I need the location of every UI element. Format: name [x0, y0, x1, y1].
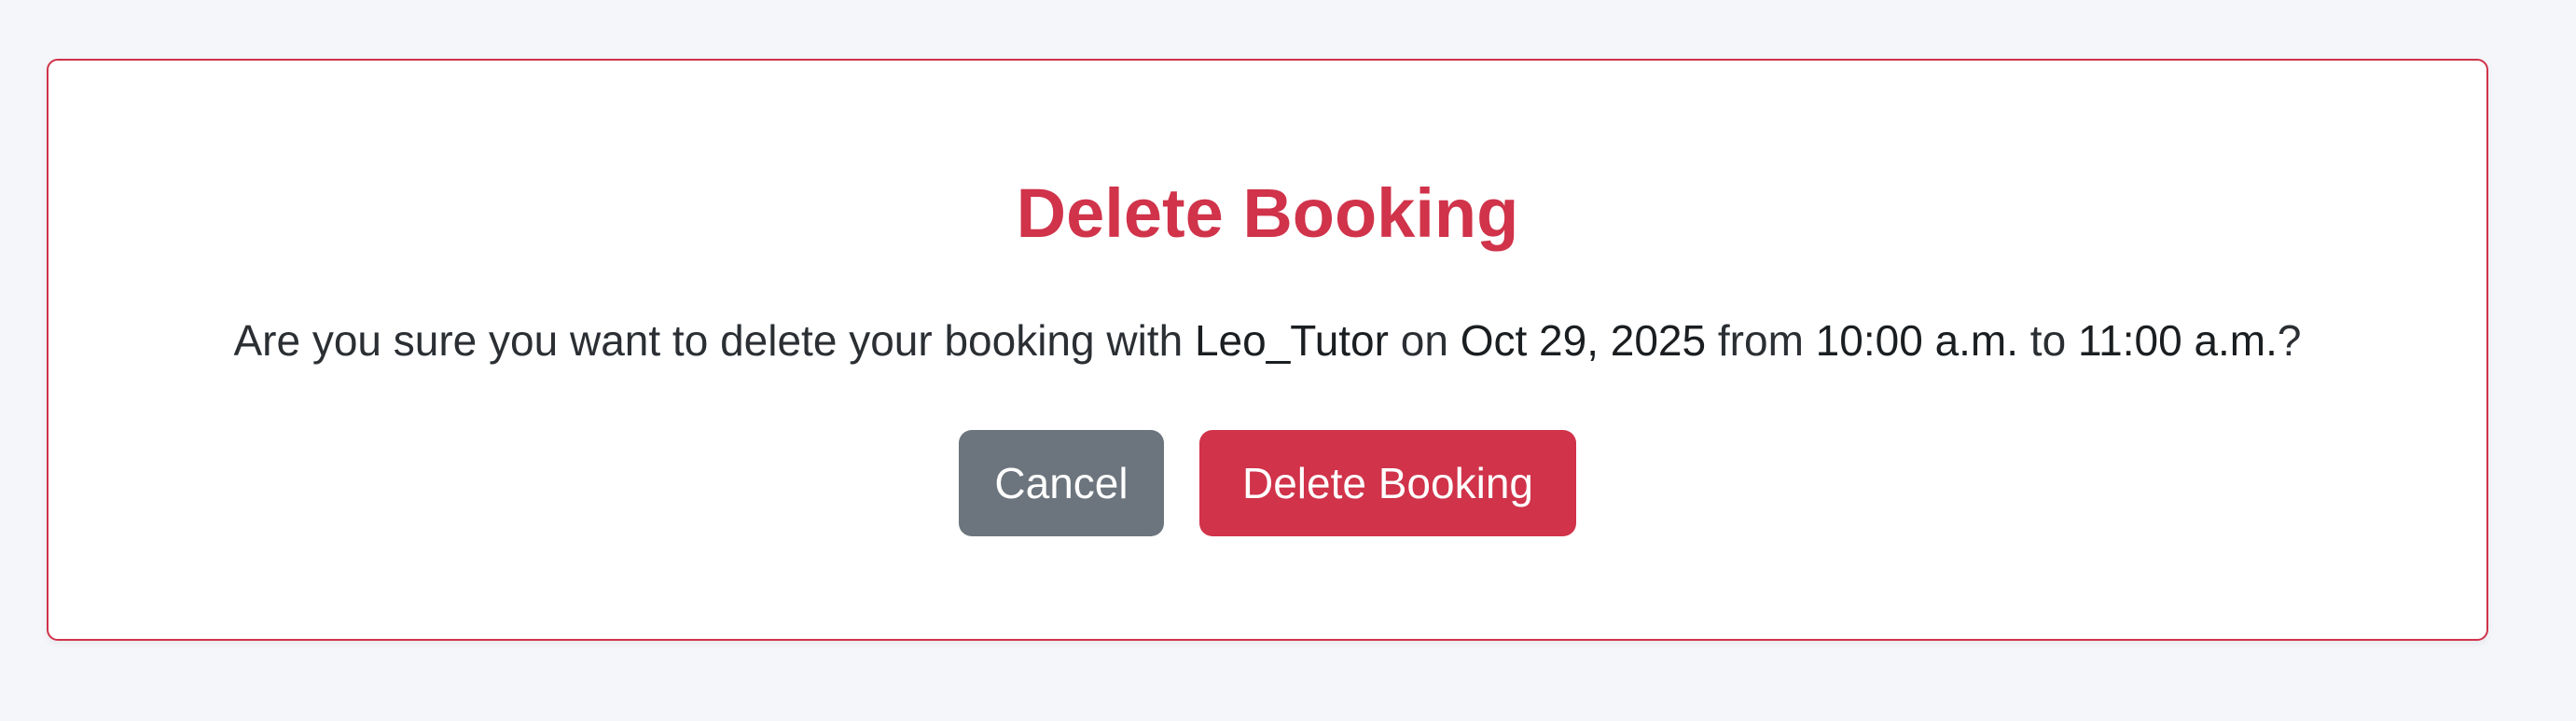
message-prefix: Are you sure you want to delete your boo… [233, 316, 1195, 365]
message-suffix: ? [2277, 316, 2302, 365]
message-from-text: from [1706, 316, 1816, 365]
cancel-button[interactable]: Cancel [959, 430, 1164, 536]
dialog-title: Delete Booking [1016, 174, 1519, 252]
confirmation-message: Are you sure you want to delete your boo… [48, 314, 2486, 368]
dialog-actions: Cancel Delete Booking [48, 430, 2486, 536]
delete-booking-button[interactable]: Delete Booking [1199, 430, 1576, 536]
tutor-name: Leo_Tutor [1194, 316, 1389, 365]
message-on-text: on [1388, 316, 1461, 365]
booking-end-time: 11:00 a.m. [2077, 316, 2278, 365]
booking-start-time: 10:00 a.m. [1815, 316, 2019, 365]
booking-date: Oct 29, 2025 [1460, 316, 1707, 365]
delete-booking-card: Delete Booking Are you sure you want to … [47, 59, 2488, 641]
message-to-text: to [2018, 316, 2078, 365]
